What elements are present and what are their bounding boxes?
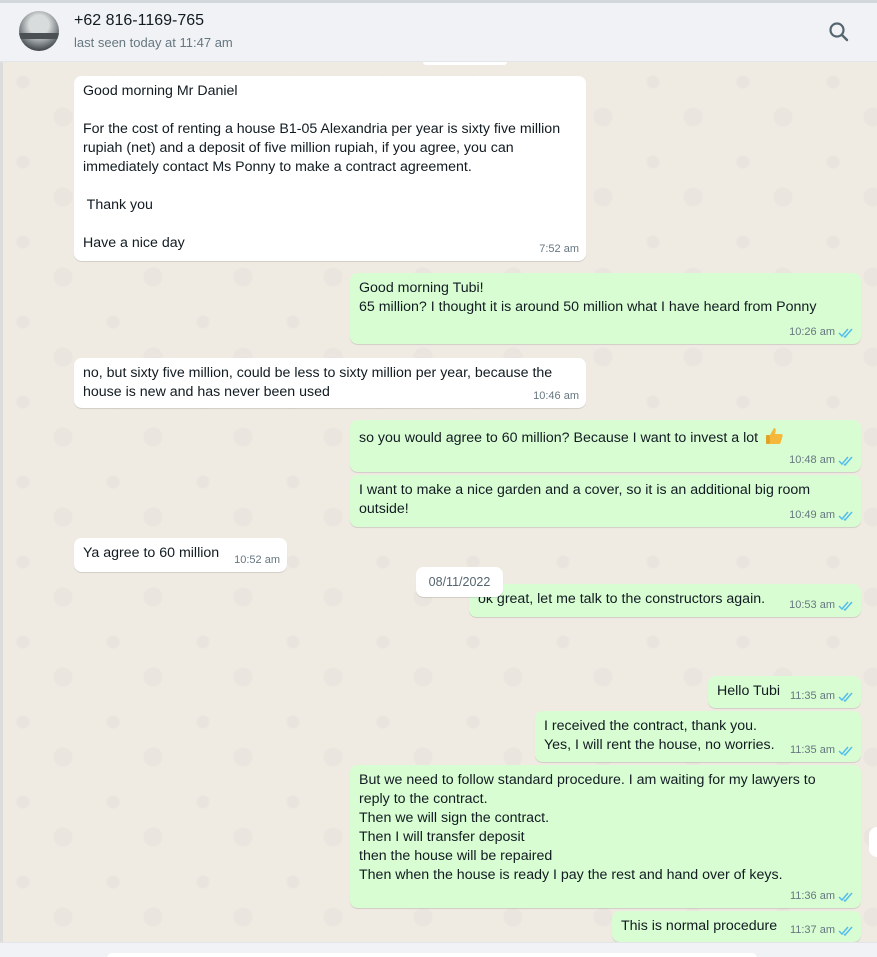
message-meta: 10:46 am: [533, 389, 579, 404]
double-check-icon: [838, 328, 853, 338]
message-text: But we need to follow standard procedure…: [359, 772, 816, 883]
message-time: 10:52 am: [234, 554, 280, 566]
previous-message-stub: [423, 62, 507, 65]
message-time: 7:52 am: [539, 243, 579, 255]
message-input[interactable]: [107, 953, 757, 957]
message-incoming[interactable]: no, but sixty five million, could be les…: [74, 358, 586, 408]
message-meta: 10:52 am: [234, 553, 280, 568]
double-check-icon: [838, 601, 853, 611]
date-separator: 08/11/2022: [416, 567, 503, 597]
chat-header: +62 816-1169-765 last seen today at 11:4…: [0, 3, 877, 62]
double-check-icon: [838, 511, 853, 521]
message-meta: 10:49 am: [789, 508, 854, 523]
message-outgoing[interactable]: so you would agree to 60 million? Becaus…: [350, 420, 861, 472]
message-meta: 11:35 am: [790, 743, 854, 758]
message-incoming[interactable]: Good morning Mr Daniel For the cost of r…: [74, 76, 586, 261]
message-time: 11:36 am: [789, 890, 835, 902]
double-check-icon: [838, 746, 853, 756]
message-outgoing[interactable]: I want to make a nice garden and a cover…: [350, 475, 861, 527]
message-time: 11:35 am: [789, 690, 835, 702]
thumbs-up-emoji: [766, 428, 783, 444]
message-outgoing[interactable]: Hello Tubi 11:35 am: [708, 676, 861, 708]
double-check-icon: [838, 692, 853, 702]
message-time: 11:35 am: [789, 744, 835, 756]
message-outgoing[interactable]: Good morning Tubi! 65 million? I thought…: [350, 273, 861, 344]
message-text: I received the contract, thank you. Yes,…: [544, 718, 775, 753]
double-check-icon: [838, 456, 853, 466]
message-incoming[interactable]: Ya agree to 60 million 10:52 am: [74, 538, 287, 572]
contact-name[interactable]: +62 816-1169-765: [74, 12, 204, 30]
message-text: so you would agree to 60 million? Becaus…: [359, 426, 784, 448]
compose-bar: [0, 942, 877, 957]
search-button[interactable]: [826, 19, 852, 45]
contact-status: last seen today at 11:47 am: [74, 35, 233, 50]
message-outgoing[interactable]: I received the contract, thank you. Yes,…: [535, 711, 861, 762]
message-text: no, but sixty five million, could be les…: [83, 365, 553, 400]
message-meta: 11:36 am: [790, 889, 854, 904]
message-meta: 11:35 am: [790, 689, 854, 704]
message-text-content: so you would agree to 60 million? Becaus…: [359, 430, 759, 446]
message-text: ok great, let me talk to the constructor…: [478, 591, 766, 607]
message-time: 10:46 am: [533, 390, 579, 402]
message-time: 10:26 am: [789, 326, 835, 338]
message-text: I want to make a nice garden and a cover…: [359, 482, 811, 517]
message-meta: 10:26 am: [789, 325, 854, 340]
message-meta: 7:52 am: [539, 242, 579, 257]
message-text: Good morning Mr Daniel For the cost of r…: [83, 83, 561, 251]
message-meta: 10:53 am: [789, 598, 854, 613]
message-outgoing[interactable]: ok great, let me talk to the constructor…: [469, 584, 861, 617]
message-text: This is normal procedure: [621, 918, 778, 934]
message-text: Good morning Tubi! 65 million? I thought…: [359, 280, 817, 315]
message-text: Hello Tubi: [717, 683, 781, 699]
double-check-icon: [838, 926, 853, 936]
message-text: Ya agree to 60 million: [83, 545, 220, 561]
message-time: 10:49 am: [789, 509, 835, 521]
message-time: 10:53 am: [789, 599, 835, 611]
message-meta: 10:48 am: [789, 453, 854, 468]
message-list[interactable]: Good morning Mr Daniel For the cost of r…: [3, 62, 877, 942]
message-time: 10:48 am: [789, 454, 835, 466]
message-outgoing[interactable]: But we need to follow standard procedure…: [350, 765, 861, 908]
scroll-to-bottom-button[interactable]: [869, 827, 877, 857]
search-icon: [829, 22, 849, 42]
message-time: 11:37 am: [789, 924, 835, 936]
avatar[interactable]: [19, 11, 59, 51]
message-outgoing[interactable]: This is normal procedure 11:37 am: [612, 911, 861, 942]
double-check-icon: [838, 892, 853, 902]
message-meta: 11:37 am: [790, 923, 854, 938]
